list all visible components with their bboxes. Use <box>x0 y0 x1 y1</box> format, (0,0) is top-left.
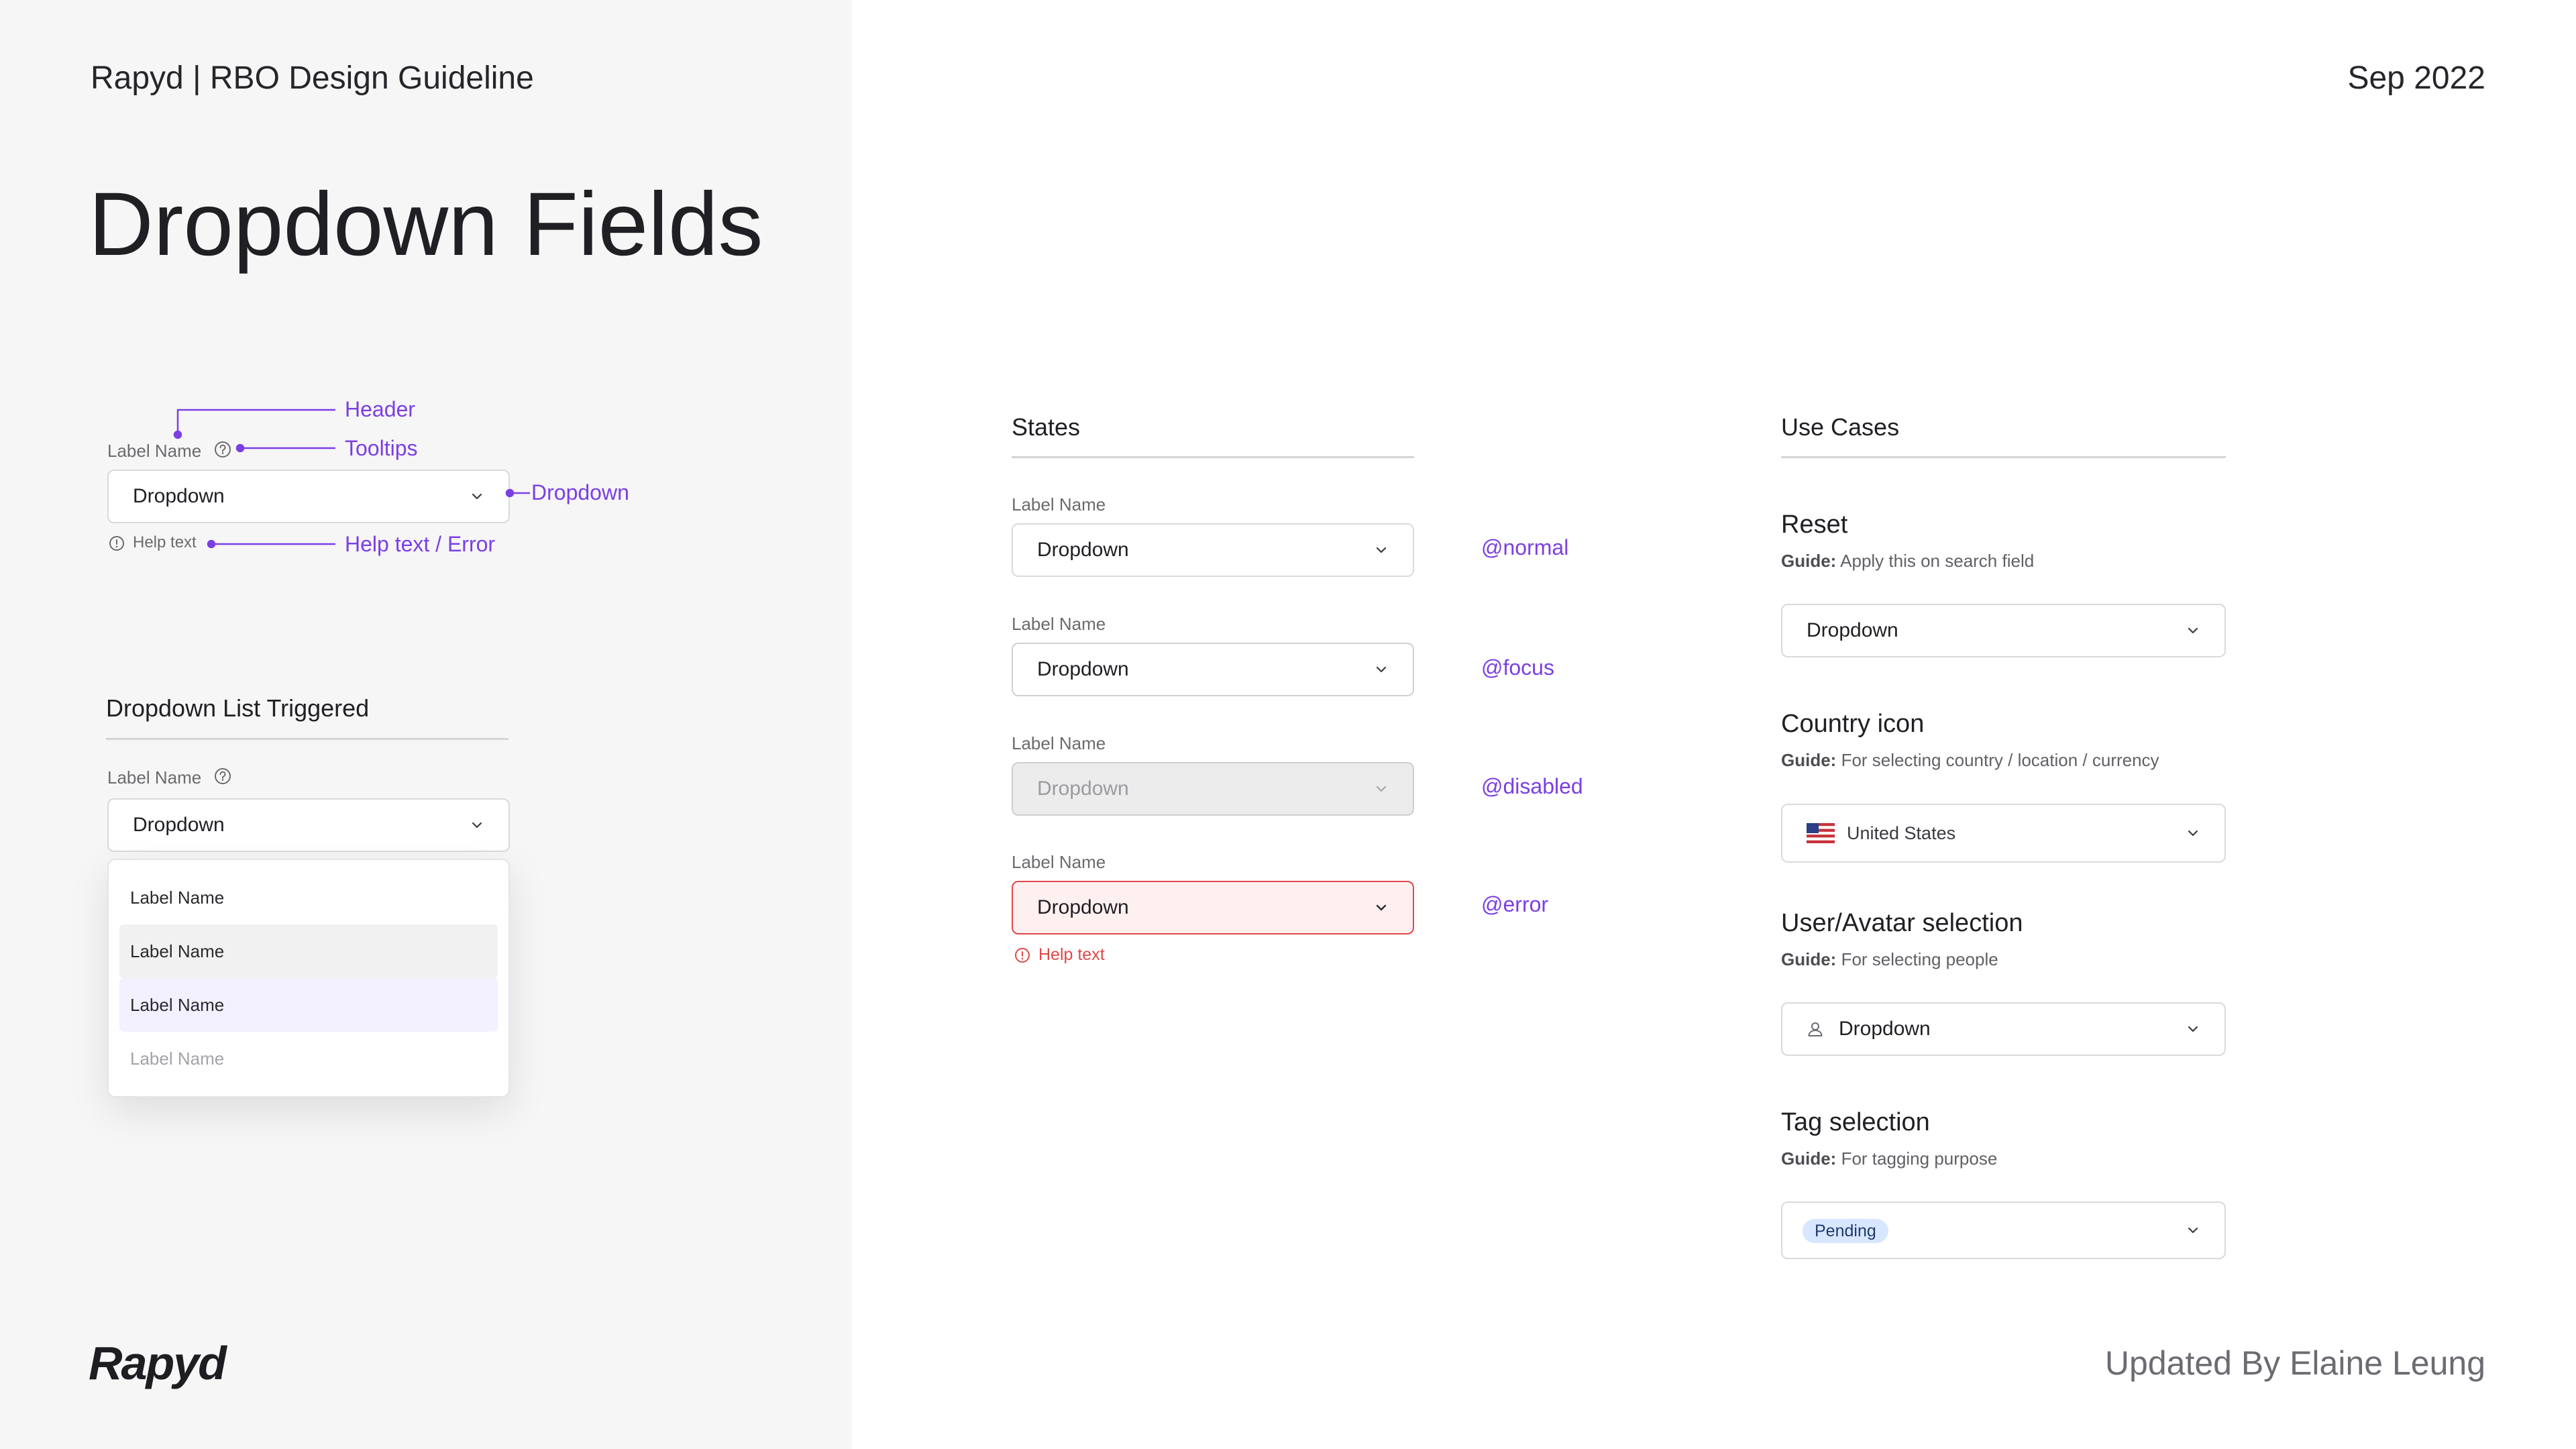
list-dropdown-value: Dropdown <box>133 814 225 836</box>
state-tag-focus: @focus <box>1481 655 1554 680</box>
guide-text: For tagging purpose <box>1841 1148 1998 1169</box>
guide-text: For selecting people <box>1841 949 1998 969</box>
state-disabled-value: Dropdown <box>1037 777 1129 800</box>
state-focus-value: Dropdown <box>1037 658 1129 680</box>
use-case-tag-dropdown[interactable]: Pending <box>1781 1201 2226 1259</box>
list-dropdown[interactable]: Dropdown <box>107 798 510 852</box>
chevron-down-icon <box>1376 786 1387 792</box>
state-disabled-label: Label Name <box>1012 733 1106 753</box>
date: Sep 2022 <box>2347 60 2485 96</box>
list-item-selected[interactable]: Label Name <box>119 978 498 1032</box>
state-tag-disabled: @disabled <box>1481 774 1583 798</box>
list-item-disabled: Label Name <box>130 1048 225 1069</box>
dropdown-list: Label Name Label Name Label Name Label N… <box>107 859 510 1097</box>
section-divider <box>1781 456 2226 458</box>
chevron-down-icon <box>1376 666 1387 673</box>
use-case-user-title: User/Avatar selection <box>1781 909 2023 937</box>
state-error-value: Dropdown <box>1037 896 1129 918</box>
guide-text: For selecting country / location / curre… <box>1841 750 2159 770</box>
rapyd-logo: Rapyd <box>89 1337 227 1389</box>
state-error-dropdown[interactable]: Dropdown <box>1012 881 1414 934</box>
use-case-reset-guide: Guide: Apply this on search field <box>1781 549 2034 573</box>
help-circle-icon[interactable] <box>213 767 232 786</box>
guide-prefix: Guide: <box>1781 750 1837 770</box>
state-error-label: Label Name <box>1012 852 1106 872</box>
state-normal-dropdown[interactable]: Dropdown <box>1012 523 1414 577</box>
use-case-tag-title: Tag selection <box>1781 1108 1930 1136</box>
use-case-reset-value: Dropdown <box>1807 619 1898 641</box>
annotation-header: Header <box>345 397 415 421</box>
updated-by: Updated By Elaine Leung <box>2104 1344 2485 1382</box>
annotation-dropdown: Dropdown <box>531 480 629 504</box>
use-case-country-value: United States <box>1847 822 1956 843</box>
guide-text: Apply this on search field <box>1840 551 2035 571</box>
use-case-reset-dropdown[interactable]: Dropdown <box>1781 604 2226 657</box>
chevron-down-icon <box>2188 1026 2198 1032</box>
tag-pill-pending[interactable]: Pending <box>1803 1218 1888 1243</box>
guide-prefix: Guide: <box>1781 551 1837 571</box>
error-icon <box>1015 948 1030 963</box>
guide-prefix: Guide: <box>1781 949 1837 969</box>
use-cases-title: Use Cases <box>1781 413 1900 441</box>
chevron-down-icon <box>2188 627 2198 634</box>
use-case-user-dropdown[interactable]: Dropdown <box>1781 1002 2226 1056</box>
use-case-user-guide: Guide: For selecting people <box>1781 947 1998 971</box>
annotation-help: Help text / Error <box>345 532 496 556</box>
use-case-reset-title: Reset <box>1781 511 1848 539</box>
states-title: States <box>1012 413 1081 441</box>
chevron-down-icon <box>472 822 482 828</box>
use-case-country-title: Country icon <box>1781 710 1925 738</box>
state-disabled-dropdown: Dropdown <box>1012 762 1414 816</box>
section-divider <box>106 738 508 740</box>
annotation-tooltips: Tooltips <box>345 436 418 460</box>
us-flag-icon <box>1807 823 1835 843</box>
list-triggered-title: Dropdown List Triggered <box>106 694 370 722</box>
use-case-tag-guide: Guide: For tagging purpose <box>1781 1146 1997 1171</box>
guide-prefix: Guide: <box>1781 1148 1837 1169</box>
use-case-country-guide: Guide: For selecting country / location … <box>1781 748 2159 772</box>
chevron-down-icon <box>2188 1227 2198 1234</box>
state-normal-value: Dropdown <box>1037 539 1129 561</box>
state-focus-dropdown[interactable]: Dropdown <box>1012 643 1414 696</box>
chevron-down-icon <box>1376 547 1387 553</box>
chevron-down-icon <box>2188 830 2198 837</box>
use-case-country-dropdown[interactable]: United States <box>1781 804 2226 863</box>
state-tag-normal: @normal <box>1481 535 1569 559</box>
user-icon <box>1808 1022 1823 1036</box>
state-error-help: Help text <box>1038 945 1105 964</box>
list-item-hover[interactable]: Label Name <box>119 924 498 978</box>
use-case-user-value: Dropdown <box>1839 1018 1931 1040</box>
annotation-connectors <box>173 409 530 549</box>
list-label: Label Name <box>107 767 202 788</box>
state-normal-label: Label Name <box>1012 494 1106 515</box>
section-divider <box>1012 456 1414 458</box>
state-focus-label: Label Name <box>1012 614 1106 634</box>
list-item[interactable]: Label Name <box>119 871 498 924</box>
chevron-down-icon <box>1376 904 1387 911</box>
state-tag-error: @error <box>1481 892 1549 916</box>
